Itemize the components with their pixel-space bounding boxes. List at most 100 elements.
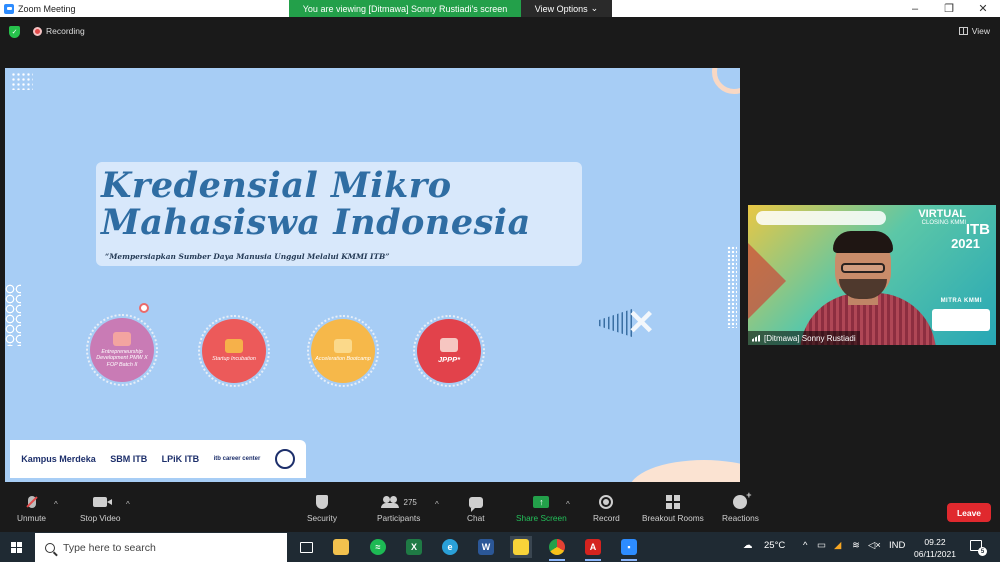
share-screen-label: Share Screen xyxy=(516,513,567,523)
team-icon xyxy=(334,339,352,354)
volume-muted-icon[interactable]: ◁× xyxy=(868,540,881,551)
program-circle: Startup Incubation xyxy=(202,319,266,383)
video-options-caret[interactable]: ^ xyxy=(126,500,130,509)
logo-sbm-itb: SBM ITB xyxy=(110,454,148,464)
person-glasses xyxy=(841,263,885,273)
share-screen-icon: ↑ xyxy=(533,496,550,508)
logo-lpik-itb: LPiK ITB xyxy=(161,454,200,464)
tray-chevron-up-icon[interactable]: ^ xyxy=(803,540,807,551)
zoom-icon[interactable]: ▪ xyxy=(618,536,640,561)
temperature-label: 25°C xyxy=(764,540,786,551)
audio-options-caret[interactable]: ^ xyxy=(54,500,58,509)
program-label: Acceleration Bootcamp xyxy=(315,356,371,363)
windows-start-icon[interactable] xyxy=(11,542,22,553)
unmute-button[interactable]: Unmute xyxy=(17,494,46,523)
chevron-down-icon: ⌄ xyxy=(590,3,599,13)
program-acceleration-bootcamp: Acceleration Bootcamp xyxy=(307,315,379,387)
participant-video[interactable]: VIRTUAL CLOSING KMMI ITB 2021 MITRA KMMI… xyxy=(748,205,996,345)
shield-icon xyxy=(315,495,328,509)
language-label[interactable]: IND xyxy=(889,540,905,551)
participants-button[interactable]: 275 Participants xyxy=(377,494,420,523)
stop-video-label: Stop Video xyxy=(80,513,121,523)
edge-icon[interactable]: e xyxy=(439,536,461,558)
system-clock[interactable]: 09.22 06/11/2021 xyxy=(910,536,960,560)
reactions-label: Reactions xyxy=(722,513,759,523)
warning-icon[interactable]: ◢ xyxy=(834,540,841,551)
stop-video-button[interactable]: Stop Video xyxy=(80,494,120,523)
decor-triangle xyxy=(748,243,786,319)
people-icon xyxy=(440,338,458,352)
participants-icon xyxy=(380,496,399,508)
windows-taskbar: Type here to search ≈ X e W A ▪ ☁ 25°C ^… xyxy=(0,532,1000,562)
view-label: View xyxy=(971,26,990,36)
clock-time: 09.22 xyxy=(924,537,946,547)
participant-name: [Ditmawa] Sonny Rustiadi xyxy=(764,333,856,343)
recording-indicator[interactable]: Recording xyxy=(33,26,85,36)
logo-kampus-merdeka: Kampus Merdeka xyxy=(21,454,96,464)
shared-screen[interactable]: Kredensial Mikro Mahasiswa Indonesia “Me… xyxy=(5,68,740,482)
close-button[interactable]: ✕ xyxy=(966,0,1000,17)
breakout-rooms-icon xyxy=(665,495,680,509)
rocket-icon xyxy=(225,339,243,354)
reactions-icon xyxy=(733,490,751,509)
video-camera-icon xyxy=(93,497,113,507)
slide-title-line1: Kredensial Mikro xyxy=(101,165,452,206)
muted-mic-icon xyxy=(27,496,36,508)
battery-icon[interactable]: ▭ xyxy=(817,540,826,551)
program-circle: Acceleration Bootcamp xyxy=(311,319,375,383)
decor-dots-right xyxy=(727,246,737,328)
notification-count: 5 xyxy=(978,547,987,556)
logo-career-center: itb career center xyxy=(213,456,261,462)
program-entrepreneurship: Entrepreneurship Development PMW X FOP B… xyxy=(86,314,158,386)
share-screen-button[interactable]: ↑ Share Screen xyxy=(516,494,567,523)
program-label: Entrepreneurship Development PMW X FOP B… xyxy=(96,349,148,368)
rocket-icon xyxy=(113,332,131,347)
record-label: Record xyxy=(593,513,620,523)
recording-dot-icon xyxy=(33,26,42,36)
excel-icon[interactable]: X xyxy=(403,536,425,558)
acrobat-icon[interactable]: A xyxy=(582,536,604,561)
bg-virtual-label: VIRTUAL xyxy=(918,208,966,220)
security-button[interactable]: Security xyxy=(307,494,337,523)
clock-date: 06/11/2021 xyxy=(914,549,956,559)
weather-cloud-icon[interactable]: ☁ xyxy=(743,540,753,551)
grid-icon xyxy=(958,27,968,35)
decor-blob xyxy=(629,460,740,482)
signal-strength-icon xyxy=(752,334,760,342)
itb-seal-icon xyxy=(274,449,295,469)
breakout-rooms-label: Breakout Rooms xyxy=(642,513,704,523)
bg-partner-logos xyxy=(932,309,990,331)
task-view-icon[interactable] xyxy=(295,536,317,558)
slide-tagline: “Mempersiapkan Sumber Daya Manusia Unggu… xyxy=(105,252,390,261)
decor-cross-icon: ✕ xyxy=(627,304,656,342)
wifi-icon[interactable]: ≋ xyxy=(852,540,860,551)
word-icon[interactable]: W xyxy=(475,536,497,558)
participants-options-caret[interactable]: ^ xyxy=(435,500,439,509)
search-placeholder: Type here to search xyxy=(63,541,156,554)
taskbar-search[interactable]: Type here to search xyxy=(35,533,287,562)
view-button[interactable]: View xyxy=(958,26,990,36)
decor-circles xyxy=(5,284,21,346)
sticky-notes-icon[interactable] xyxy=(510,536,532,558)
chat-label: Chat xyxy=(467,513,485,523)
maximize-button[interactable]: ❐ xyxy=(932,0,966,17)
spotify-icon[interactable]: ≈ xyxy=(367,536,389,558)
file-explorer-icon[interactable] xyxy=(330,536,352,558)
chat-button[interactable]: Chat xyxy=(467,494,485,523)
slide-title-line2: Mahasiswa Indonesia xyxy=(101,202,531,243)
reactions-button[interactable]: Reactions xyxy=(722,490,759,523)
share-options-caret[interactable]: ^ xyxy=(566,500,570,509)
participants-count: 275 xyxy=(403,497,417,507)
program-circle: Entrepreneurship Development PMW X FOP B… xyxy=(90,318,154,382)
leave-button[interactable]: Leave xyxy=(947,503,991,522)
minimize-button[interactable]: – xyxy=(898,0,932,17)
bg-year-label: 2021 xyxy=(951,236,980,251)
breakout-rooms-button[interactable]: Breakout Rooms xyxy=(642,494,704,523)
record-button[interactable]: Record xyxy=(593,494,620,523)
view-options-button[interactable]: View Options ⌄ xyxy=(521,0,612,17)
partner-logos: Kampus Merdeka SBM ITB LPiK ITB itb care… xyxy=(10,440,306,478)
encryption-shield-icon[interactable]: ✓ xyxy=(9,26,20,38)
chrome-icon[interactable] xyxy=(546,536,568,561)
program-jppp: JPPP* xyxy=(413,315,485,387)
bg-mitra-label: MITRA KMMI xyxy=(940,298,982,304)
